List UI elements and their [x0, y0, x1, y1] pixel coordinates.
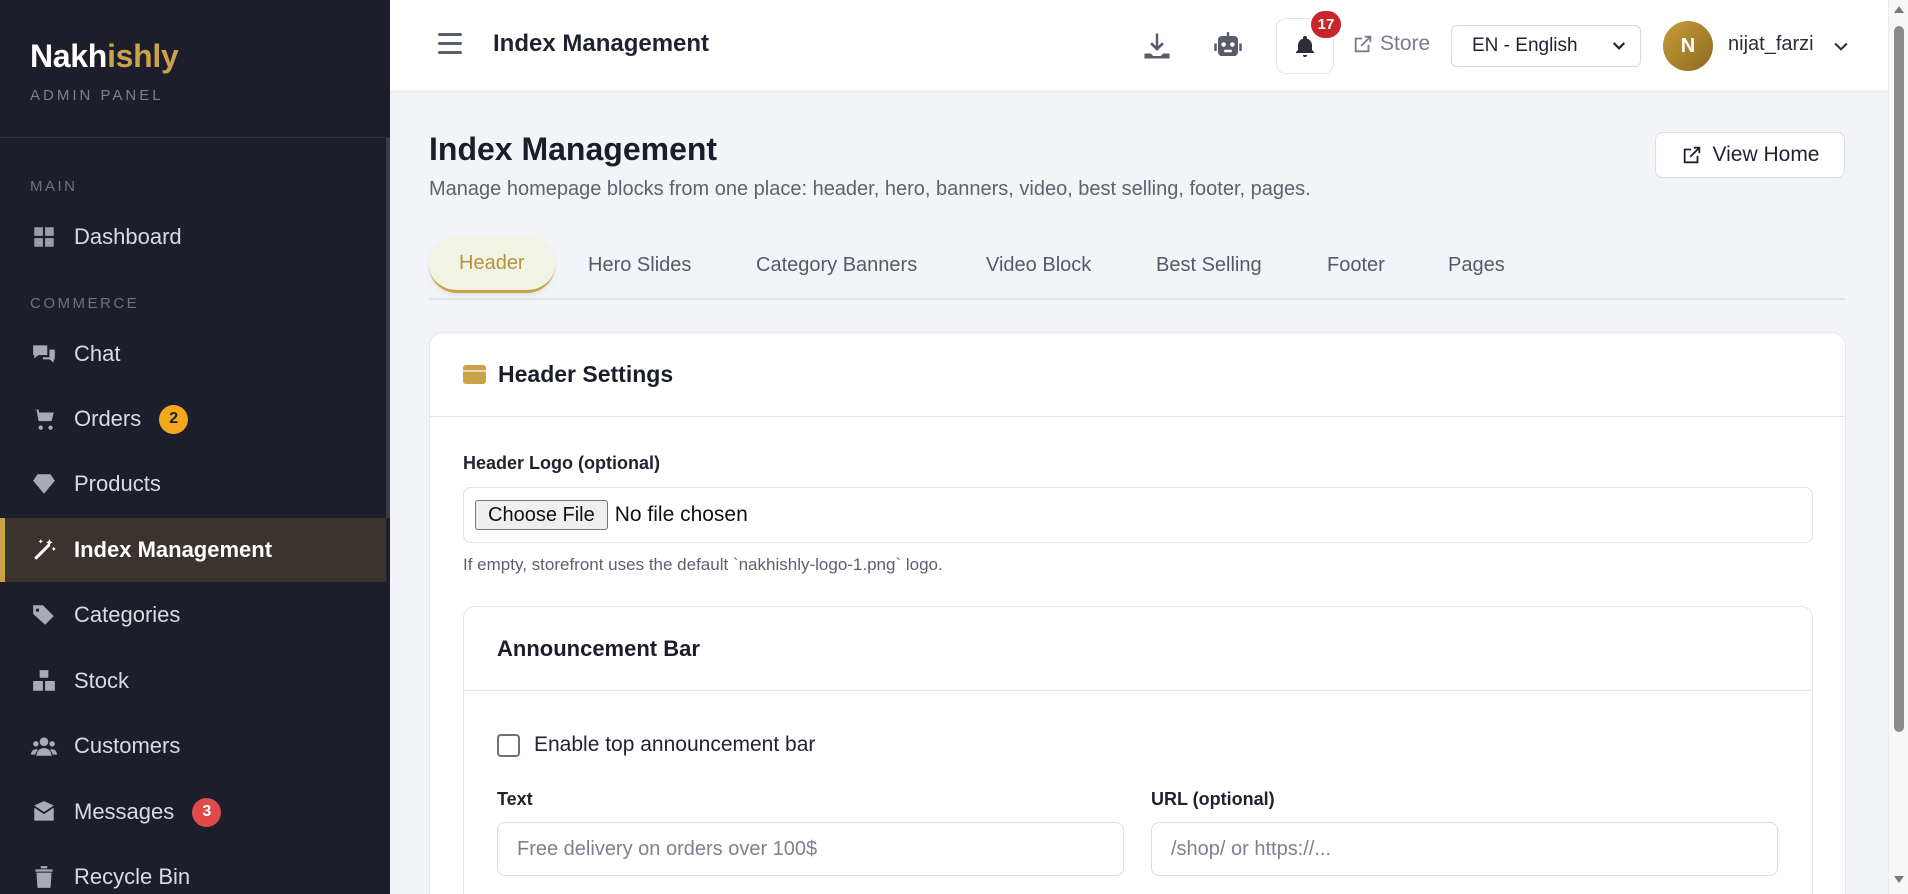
- menu-toggle-icon[interactable]: [438, 33, 462, 57]
- enable-announcement-label: Enable top announcement bar: [534, 733, 816, 756]
- sidebar-item-label: Products: [74, 471, 161, 496]
- bell-icon: [1293, 34, 1317, 58]
- robot-icon[interactable]: [1208, 26, 1248, 66]
- brand-name-part1: Nakh: [30, 38, 108, 74]
- scrollbar-thumb[interactable]: [1894, 26, 1904, 732]
- announcement-text-input[interactable]: Free delivery on orders over 100$: [497, 822, 1124, 876]
- topbar-title: Index Management: [493, 30, 710, 57]
- sidebar-item-stock[interactable]: Stock: [0, 649, 386, 713]
- messages-count-badge: 3: [192, 797, 222, 827]
- window-icon: [463, 365, 486, 384]
- card-title: Header Settings: [498, 361, 674, 387]
- external-link-icon: [1681, 144, 1713, 166]
- store-link-label: Store: [1380, 32, 1431, 55]
- tab-hero-slides[interactable]: Hero Slides: [588, 237, 691, 293]
- sidebar-item-orders[interactable]: Orders 2: [0, 387, 386, 451]
- header-settings-card: Header Settings Header Logo (optional) C…: [429, 332, 1846, 894]
- brand-subtitle: ADMIN PANEL: [30, 87, 164, 104]
- announcement-text-label: Text: [497, 789, 533, 809]
- tab-pages[interactable]: Pages: [1448, 237, 1505, 293]
- header-logo-help: If empty, storefront uses the default `n…: [463, 555, 943, 574]
- header-logo-file-input[interactable]: Choose File No file chosen: [463, 487, 1813, 543]
- announcement-url-input[interactable]: /shop/ or https://...: [1151, 822, 1778, 876]
- sidebar-item-categories[interactable]: Categories: [0, 583, 386, 647]
- trash-icon: [30, 863, 58, 891]
- tab-best-selling[interactable]: Best Selling: [1156, 237, 1262, 293]
- sidebar-item-index-management[interactable]: Index Management: [0, 518, 386, 582]
- chevron-down-icon: [1612, 42, 1626, 50]
- orders-count-badge: 2: [159, 404, 189, 434]
- view-home-label: View Home: [1712, 143, 1820, 166]
- external-link-icon: [1352, 33, 1380, 55]
- sidebar-item-products[interactable]: Products: [0, 452, 386, 516]
- sidebar-item-dashboard[interactable]: Dashboard: [0, 205, 386, 269]
- sidebar-item-chat[interactable]: Chat: [0, 322, 386, 386]
- scroll-up-arrow-icon[interactable]: [1894, 6, 1904, 13]
- section-label-main: MAIN: [30, 178, 78, 195]
- cart-icon: [30, 405, 58, 433]
- page-subtitle: Manage homepage blocks from one place: h…: [429, 178, 1311, 200]
- gem-icon: [30, 470, 58, 498]
- section-tabs: Header Hero Slides Category Banners Vide…: [429, 237, 1845, 300]
- card-header: Header Settings: [430, 333, 1845, 417]
- sidebar-item-label: Recycle Bin: [74, 864, 191, 889]
- language-select[interactable]: EN - English: [1451, 25, 1641, 67]
- sidebar: Nakhishly ADMIN PANEL MAIN Dashboard COM…: [0, 0, 390, 894]
- dashboard-icon: [30, 223, 58, 251]
- username[interactable]: nijat_farzi: [1728, 33, 1814, 56]
- sidebar-item-label: Dashboard: [74, 224, 182, 249]
- brand-logo[interactable]: Nakhishly: [30, 38, 360, 75]
- sidebar-item-label: Index Management: [74, 537, 273, 562]
- checkbox[interactable]: [497, 733, 520, 757]
- tab-header[interactable]: Header: [429, 237, 555, 293]
- sidebar-item-messages[interactable]: Messages 3: [0, 780, 386, 844]
- announcement-url-label: URL (optional): [1151, 789, 1275, 809]
- magic-wand-icon: [30, 536, 58, 564]
- store-link[interactable]: Store: [1352, 32, 1430, 56]
- sidebar-item-recycle-bin[interactable]: Recycle Bin: [0, 845, 386, 894]
- tab-video-block[interactable]: Video Block: [986, 237, 1091, 293]
- header-logo-label: Header Logo (optional): [463, 453, 660, 473]
- chat-icon: [30, 340, 58, 368]
- sidebar-item-label: Categories: [74, 602, 181, 627]
- sidebar-item-label: Customers: [74, 733, 181, 758]
- sidebar-item-label: Messages: [74, 799, 175, 824]
- topbar: Index Management 17 Store EN - English N…: [390, 0, 1888, 92]
- brand: Nakhishly ADMIN PANEL: [0, 0, 390, 138]
- file-status: No file chosen: [614, 503, 748, 526]
- sidebar-item-label: Chat: [74, 341, 121, 366]
- scroll-down-arrow-icon[interactable]: [1894, 876, 1904, 883]
- language-select-value: EN - English: [1472, 35, 1578, 56]
- page-title: Index Management: [429, 131, 718, 167]
- sidebar-scrollbar[interactable]: [386, 138, 390, 518]
- brand-name-part2: ishly: [107, 38, 179, 74]
- download-icon[interactable]: [1137, 26, 1177, 66]
- notifications-count-badge: 17: [1309, 9, 1343, 40]
- tab-footer[interactable]: Footer: [1327, 237, 1385, 293]
- user-menu-chevron-icon[interactable]: [1831, 36, 1851, 56]
- announcement-bar-card: Announcement Bar Enable top announcement…: [463, 606, 1813, 894]
- mail-icon: [30, 798, 58, 826]
- sidebar-item-label: Orders: [74, 406, 142, 431]
- tags-icon: [30, 601, 58, 629]
- tab-category-banners[interactable]: Category Banners: [756, 237, 917, 293]
- avatar[interactable]: N: [1663, 21, 1713, 71]
- choose-file-button[interactable]: Choose File: [475, 500, 608, 530]
- enable-announcement-checkbox[interactable]: Enable top announcement bar: [497, 733, 815, 757]
- sidebar-item-customers[interactable]: Customers: [0, 714, 386, 778]
- sidebar-item-label: Stock: [74, 668, 130, 693]
- view-home-button[interactable]: View Home: [1655, 132, 1845, 178]
- announcement-bar-title: Announcement Bar: [464, 607, 1812, 691]
- boxes-icon: [30, 667, 58, 695]
- section-label-commerce: COMMERCE: [30, 295, 140, 312]
- page-scrollbar[interactable]: [1888, 0, 1908, 894]
- users-icon: [30, 732, 58, 760]
